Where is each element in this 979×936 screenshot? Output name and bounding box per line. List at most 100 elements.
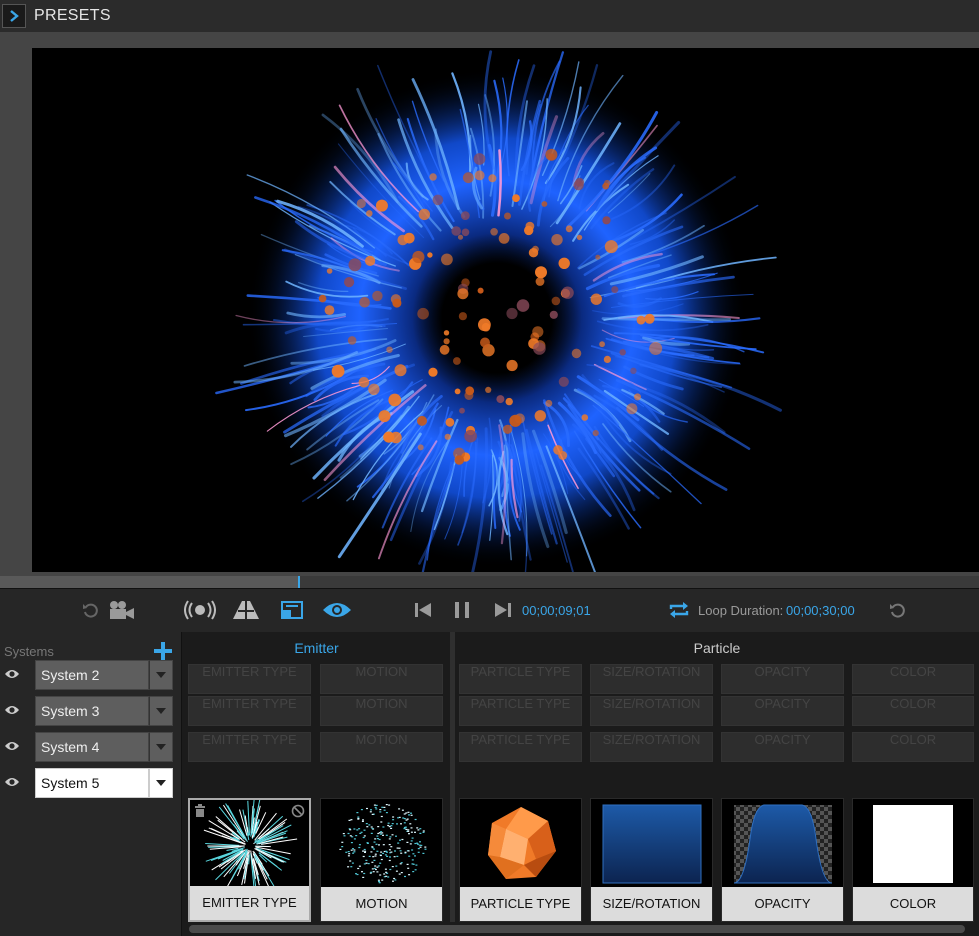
particle-type-card[interactable]: PARTICLE TYPE <box>459 798 582 922</box>
ghost-preset-slot[interactable]: EMITTER TYPE <box>188 732 311 762</box>
color-card[interactable]: COLOR <box>852 798 974 922</box>
trash-icon[interactable] <box>194 804 206 822</box>
cast-output-button[interactable] <box>280 597 304 623</box>
color-swatch-icon <box>873 805 953 883</box>
broadcast-icon <box>184 600 216 620</box>
ghost-preset-slot[interactable]: EMITTER TYPE <box>188 696 311 726</box>
preset-grid: EMITTER TYPE MOTION PARTICLE TYPE SIZE/ROTA… <box>183 664 979 936</box>
ghost-preset-slot[interactable]: OPACITY <box>721 732 844 762</box>
size-rotation-card[interactable]: SIZE/ROTATION <box>590 798 713 922</box>
emitter-section-header[interactable]: Emitter <box>183 632 450 664</box>
undo-icon <box>890 603 905 618</box>
current-time: 00;00;09;01 <box>522 603 591 618</box>
system-dropdown-button[interactable] <box>149 732 173 762</box>
particle-type-thumbnail <box>460 799 581 887</box>
system-name[interactable]: System 3 <box>35 696 149 726</box>
ghost-preset-slot[interactable]: PARTICLE TYPE <box>459 664 582 694</box>
sparkle-cloud-icon <box>338 804 426 884</box>
skip-end-button[interactable] <box>492 597 514 623</box>
video-camera-icon <box>110 601 134 619</box>
camera-button[interactable] <box>108 597 136 623</box>
ghost-preset-slot[interactable]: COLOR <box>852 664 974 694</box>
reset-camera-button[interactable] <box>80 597 102 623</box>
system-row-active[interactable]: System 5 <box>0 768 182 800</box>
bottom-panel: Systems System 2 System 3 System 4 Syste… <box>0 632 979 936</box>
eye-icon <box>323 603 351 617</box>
ghost-preset-slot[interactable]: SIZE/ROTATION <box>590 732 713 762</box>
grid-floor-button[interactable] <box>232 597 260 623</box>
expand-panel-button[interactable] <box>2 4 26 28</box>
ghost-preset-slot[interactable]: SIZE/ROTATION <box>590 696 713 726</box>
particle-section-header[interactable]: Particle <box>455 632 979 664</box>
horizontal-scrollbar[interactable] <box>183 922 979 936</box>
skip-forward-icon <box>495 603 511 617</box>
app-window: PRESETS 00;00;09;01 Loop Duration: 00;00… <box>0 0 979 936</box>
audio-reactive-button[interactable] <box>184 597 216 623</box>
polyhedron-icon <box>487 807 556 879</box>
card-label: EMITTER TYPE <box>190 886 309 920</box>
pause-icon <box>455 602 469 618</box>
system-row[interactable]: System 3 <box>0 696 182 728</box>
card-label: MOTION <box>321 887 442 921</box>
system-name[interactable]: System 5 <box>35 768 149 798</box>
ghost-preset-slot[interactable]: EMITTER TYPE <box>188 664 311 694</box>
card-label: SIZE/ROTATION <box>591 887 712 921</box>
playhead[interactable] <box>298 576 300 588</box>
skip-back-icon <box>415 603 431 617</box>
particle-preview-viewport[interactable] <box>32 48 979 572</box>
ghost-preset-slot[interactable]: MOTION <box>320 664 443 694</box>
system-name[interactable]: System 2 <box>35 660 149 690</box>
opacity-card[interactable]: OPACITY <box>721 798 844 922</box>
size-rotation-thumbnail <box>591 799 712 887</box>
systems-title: Systems <box>4 644 54 659</box>
ghost-preset-slot[interactable]: COLOR <box>852 696 974 726</box>
page-title: PRESETS <box>34 7 111 24</box>
emitter-type-card[interactable]: EMITTER TYPE <box>188 798 311 922</box>
starburst-icon <box>203 800 297 888</box>
pause-button[interactable] <box>452 597 472 623</box>
loop-icon <box>669 602 689 618</box>
eye-icon[interactable] <box>4 703 20 721</box>
perspective-grid-icon <box>233 601 259 619</box>
preview-area <box>0 32 979 576</box>
eye-icon[interactable] <box>4 739 20 757</box>
loop-duration-value[interactable]: 00;00;30;00 <box>786 603 855 618</box>
motion-card[interactable]: MOTION <box>320 798 443 922</box>
visibility-toggle[interactable] <box>322 597 352 623</box>
system-dropdown-button[interactable] <box>149 696 173 726</box>
system-dropdown-button[interactable] <box>149 768 173 798</box>
disable-icon[interactable] <box>291 804 305 823</box>
timeline-scrubber[interactable] <box>0 576 979 588</box>
reset-loop-button[interactable] <box>887 597 909 623</box>
size-graph-icon <box>602 804 701 884</box>
system-dropdown-button[interactable] <box>149 660 173 690</box>
ghost-preset-slot[interactable]: COLOR <box>852 732 974 762</box>
color-thumbnail <box>853 799 973 887</box>
skip-start-button[interactable] <box>412 597 434 623</box>
eye-icon[interactable] <box>4 667 20 685</box>
top-bar: PRESETS <box>0 0 979 32</box>
caret-down-icon <box>156 780 166 786</box>
eye-icon[interactable] <box>4 775 20 793</box>
ghost-preset-slot[interactable]: MOTION <box>320 696 443 726</box>
card-label: PARTICLE TYPE <box>460 887 581 921</box>
loop-button[interactable] <box>667 597 691 623</box>
system-row[interactable]: System 4 <box>0 732 182 764</box>
ghost-preset-slot[interactable]: PARTICLE TYPE <box>459 696 582 726</box>
ghost-preset-slot[interactable]: PARTICLE TYPE <box>459 732 582 762</box>
ghost-preset-slot[interactable]: SIZE/ROTATION <box>590 664 713 694</box>
system-name[interactable]: System 4 <box>35 732 149 762</box>
card-label: OPACITY <box>722 887 843 921</box>
motion-thumbnail <box>321 799 442 887</box>
plus-icon <box>154 642 172 660</box>
ghost-preset-slot[interactable]: OPACITY <box>721 664 844 694</box>
particle-burst-preview <box>215 50 782 572</box>
ghost-preset-slot[interactable]: OPACITY <box>721 696 844 726</box>
loop-duration-label: Loop Duration: <box>698 603 784 618</box>
timeline-played <box>0 576 299 588</box>
ghost-preset-slot[interactable]: MOTION <box>320 732 443 762</box>
scrollbar-thumb[interactable] <box>189 925 965 933</box>
undo-icon <box>83 603 98 618</box>
card-label: COLOR <box>853 887 973 921</box>
system-row[interactable]: System 2 <box>0 660 182 692</box>
